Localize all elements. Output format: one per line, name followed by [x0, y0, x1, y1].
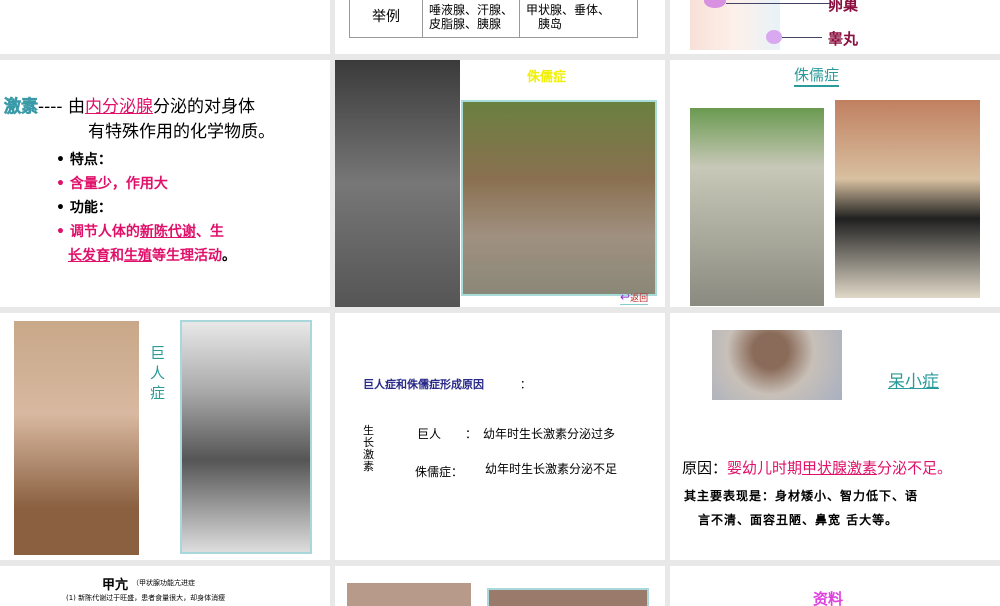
- bullet-text: 调节人体的: [69, 224, 140, 240]
- photo-face-2: [487, 588, 649, 606]
- bullet-text: 功能：: [69, 200, 112, 216]
- testis-label: 睾丸: [828, 30, 859, 48]
- slide-subtitle: （甲状腺功能亢进症: [132, 579, 195, 587]
- bullet-text: 和: [110, 248, 124, 264]
- symptom-line: 其主要表现是：身材矮小、智力低下、语: [684, 489, 919, 503]
- bullet-item: • 含量少，作用大: [56, 176, 168, 192]
- back-label: 返回: [630, 294, 649, 304]
- cell-line: 唾液腺、汗腺、: [429, 3, 514, 17]
- giant-cause: 幼年时生长激素分泌过多: [483, 427, 616, 441]
- slide-thumbnail-3[interactable]: 卵巢 睾丸: [670, 0, 1000, 54]
- bullet-text: 生殖: [124, 248, 152, 264]
- bullet-list: • 特点： • 含量少，作用大 • 功能： • 调节人体的新陈代谢、生 长发育和…: [56, 148, 236, 268]
- back-button[interactable]: ↩返回: [620, 290, 649, 305]
- bullet-item: 长发育和生殖等生理活动。: [56, 244, 236, 268]
- slide-title: 甲亢: [102, 578, 129, 593]
- cell-line: 甲状腺、垂体、: [526, 3, 611, 17]
- pointer-line: [726, 3, 830, 4]
- table-cell: 甲状腺、垂体、 胰岛: [519, 0, 639, 38]
- dwarf-label: 侏儒症：: [415, 465, 464, 479]
- bullet-text: 等生理活动: [152, 248, 222, 264]
- cause-label: 原因：: [682, 459, 728, 477]
- photo-stairs: [690, 108, 824, 306]
- dwarf-cause: 幼年时生长激素分泌不足: [485, 462, 618, 476]
- photo-infant: [712, 330, 842, 400]
- photo-tuxedo: [835, 100, 980, 298]
- definition-text: 分泌的对身体: [152, 97, 255, 117]
- bullet-text: 、生: [195, 224, 224, 240]
- bw-photo-tall-man: [335, 60, 460, 307]
- giant-label: 巨人: [417, 427, 442, 441]
- bullet-text: 新陈代谢: [139, 224, 196, 240]
- definition-text: 由: [67, 97, 85, 117]
- cause-text: 婴幼儿时期: [727, 459, 803, 477]
- slide-thumbnail-12[interactable]: 资料: [670, 566, 1000, 606]
- pointer-line: [782, 37, 822, 38]
- bullet-item: • 调节人体的新陈代谢、生: [56, 224, 224, 240]
- side-label: 生长激素: [363, 424, 374, 473]
- return-arrow-icon: ↩: [620, 290, 631, 304]
- slide-title: 巨人症: [150, 344, 166, 402]
- slide-thumbnail-11[interactable]: [335, 566, 665, 606]
- bullet-text: 。: [222, 248, 236, 264]
- slide-title: 资料: [813, 590, 844, 606]
- bullet-text: 特点：: [69, 152, 112, 168]
- slide-thumbnail-10[interactable]: 甲亢 （甲状腺功能亢进症 (1) 新陈代谢过于旺盛，患者食量很大，却身体消瘦: [0, 566, 330, 606]
- bullet-text: 长发育: [68, 248, 110, 264]
- hormone-title: 激素: [4, 97, 39, 118]
- dash: ----: [38, 97, 63, 117]
- slide-text: (1) 新陈代谢过于旺盛，患者食量很大，却身体消瘦: [66, 594, 226, 602]
- slide-thumbnail-4[interactable]: 激素---- 由内分泌腺分泌的对身体 有特殊作用的化学物质。 • 特点： • 含…: [0, 60, 330, 307]
- definition-line2: 有特殊作用的化学物质。: [88, 122, 275, 142]
- bullet-text: 含量少，作用大: [69, 176, 168, 192]
- highlight-text: 内分泌腺: [84, 97, 153, 117]
- slide-thumbnail-9[interactable]: 呆小症 原因：婴幼儿时期甲状腺激素分泌不足。 其主要表现是：身材矮小、智力低下、…: [670, 313, 1000, 560]
- symptom-line: 言不清、面容丑陋、鼻宽 舌大等。: [698, 513, 899, 527]
- slide-thumbnail-7[interactable]: 巨人症: [0, 313, 330, 560]
- slide-thumbnail-5[interactable]: 侏儒症 ↩返回: [335, 60, 665, 307]
- slide-title: 侏儒症: [527, 70, 567, 85]
- ovary-label: 卵巢: [828, 0, 859, 14]
- cell-line: 胰岛: [538, 17, 563, 31]
- slide-title: 侏儒症: [794, 64, 840, 87]
- photo-face-1: [347, 583, 471, 606]
- photo-man-with-pig: [461, 100, 657, 296]
- cause-text: 甲状腺激素: [802, 459, 878, 477]
- colon: ：: [520, 378, 531, 391]
- photo-giant-man: [180, 320, 312, 554]
- slide-title: 呆小症: [888, 372, 939, 392]
- slide-thumbnail-6[interactable]: 侏儒症: [670, 60, 1000, 307]
- testis-mark: [766, 30, 782, 44]
- table-cell: 唾液腺、汗腺、 皮脂腺、胰腺: [421, 0, 521, 38]
- table-cell: 举例: [349, 0, 423, 38]
- slide-heading: 巨人症和侏儒症形成原因: [363, 378, 484, 391]
- slide-thumbnail-1[interactable]: [0, 0, 330, 54]
- cell-line: 皮脂腺、胰腺: [429, 17, 502, 31]
- cause-text: 分泌不足。: [877, 459, 953, 477]
- gland-table: 举例 唾液腺、汗腺、 皮脂腺、胰腺 甲状腺、垂体、 胰岛: [349, 0, 639, 38]
- cause-line: 原因：婴幼儿时期甲状腺激素分泌不足。: [682, 457, 952, 478]
- slide-thumbnail-8[interactable]: 巨人症和侏儒症形成原因 ： 生长激素 巨人 ： 幼年时生长激素分泌过多 侏儒症：…: [335, 313, 665, 560]
- colon: ：: [465, 427, 478, 441]
- anatomy-illustration: [690, 0, 780, 50]
- bullet-item: • 特点：: [56, 152, 112, 168]
- photo-tall-woman: [14, 321, 139, 555]
- slide-thumbnail-2[interactable]: 举例 唾液腺、汗腺、 皮脂腺、胰腺 甲状腺、垂体、 胰岛: [335, 0, 665, 54]
- bullet-item: • 功能：: [56, 200, 112, 216]
